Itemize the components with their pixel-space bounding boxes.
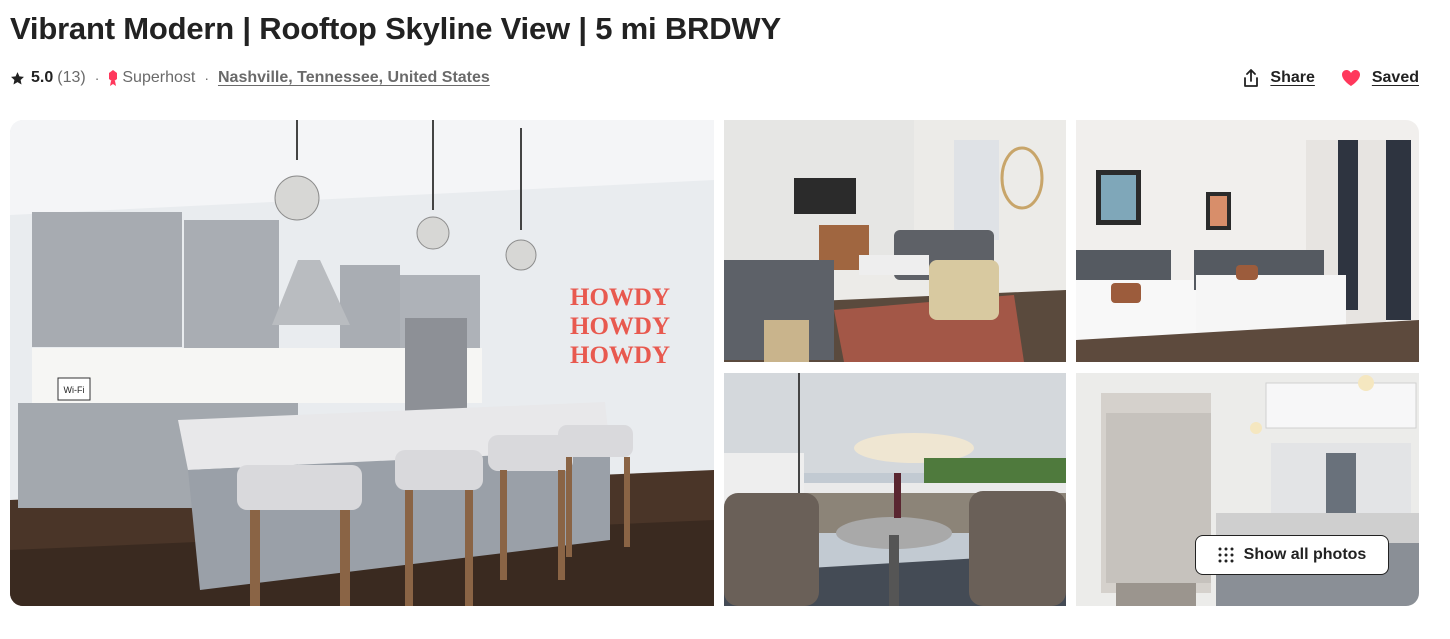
- photo-living-room[interactable]: [724, 120, 1066, 362]
- meta-separator: ·: [204, 70, 209, 86]
- listing-meta: 5.0 (13) · Superhost · Nashville, Tennes…: [10, 66, 490, 90]
- wifi-sign-text: Wi-Fi: [64, 385, 85, 395]
- show-all-photos-label: Show all photos: [1243, 546, 1367, 563]
- photo-gallery: Wi-Fi HOWDY HOWDY HOWDY: [10, 120, 1419, 606]
- reviews-count-link[interactable]: (13): [57, 69, 85, 87]
- superhost-badge-icon: [109, 70, 118, 86]
- wall-text-2: HOWDY: [570, 313, 670, 340]
- photo-kitchen[interactable]: Wi-Fi HOWDY HOWDY HOWDY: [10, 120, 714, 606]
- photo-bedroom[interactable]: [1076, 120, 1419, 362]
- superhost-label: Superhost: [122, 69, 196, 86]
- show-all-photos-button[interactable]: Show all photos: [1195, 535, 1389, 575]
- photo-rooftop[interactable]: [724, 373, 1066, 606]
- share-label: Share: [1270, 69, 1315, 86]
- saved-button[interactable]: Saved: [1341, 69, 1419, 87]
- grid-dots-icon: [1218, 547, 1234, 563]
- rating-value: 5.0: [31, 69, 54, 86]
- meta-separator: ·: [94, 70, 100, 86]
- wall-text-3: HOWDY: [570, 342, 670, 369]
- saved-label: Saved: [1371, 69, 1419, 86]
- heart-filled-icon: [1341, 70, 1360, 86]
- wall-text-1: HOWDY: [570, 284, 670, 311]
- star-icon: [11, 71, 24, 84]
- share-button[interactable]: Share: [1243, 69, 1315, 87]
- share-icon: [1244, 69, 1259, 87]
- location-link[interactable]: Nashville, Tennessee, United States: [218, 69, 490, 87]
- listing-actions: Share Saved: [1243, 66, 1419, 90]
- listing-title: Vibrant Modern | Rooftop Skyline View | …: [10, 11, 781, 46]
